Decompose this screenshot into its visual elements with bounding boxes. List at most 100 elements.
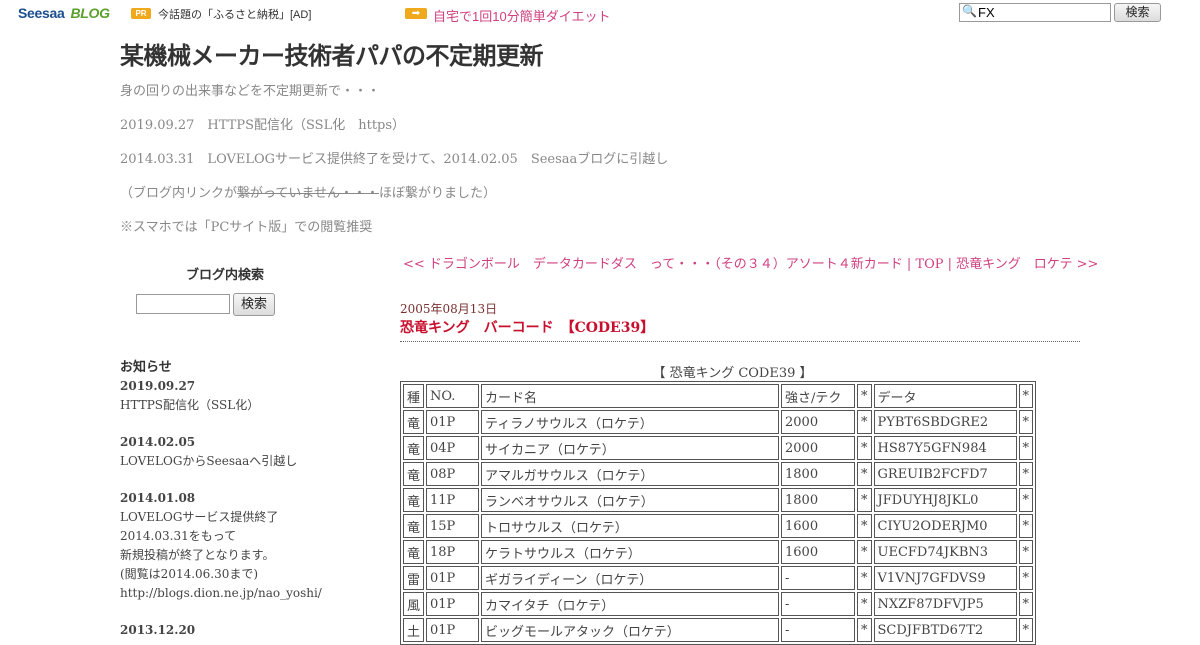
table-cell: - [781,618,856,642]
notice-line: (閲覧は2014.06.30まで) [120,567,259,581]
notice-line: LOVELOGからSeesaaへ引越し [120,454,298,468]
table-cell: ティラノサウルス（ロケテ） [481,410,780,434]
table-cell: NXZF87DFVJP5 [873,592,1017,616]
post-navigation: << ドラゴンボール データカードダス って・・・（その３４）アソート４新カード… [403,253,1098,272]
table-cell: 2000 [781,436,856,460]
links-note-post: ほぼ繋がりました） [378,186,496,201]
table-cell: CIYU2ODERJM0 [873,514,1017,538]
top-link[interactable]: TOP [915,257,943,272]
top-search-box: 🔍 [959,3,1111,22]
table-cell: 01P [426,592,480,616]
table-cell: 11P [426,488,480,512]
post-title[interactable]: 恐竜キング バーコード 【CODE39】 [400,317,654,337]
notice-line: http://blogs.dion.ne.jp/nao_yoshi/ [120,586,322,600]
table-cell: GREUIB2FCFD7 [873,462,1017,486]
table-cell: PYBT6SBDGRE2 [873,410,1017,434]
table-cell: * [857,462,872,486]
table-cell: * [857,514,872,538]
blog-search-button[interactable]: 検索 [233,293,275,316]
table-row: 風 01P カマイタチ（ロケテ） - * NXZF87DFVJP5 * [403,592,1034,616]
table-header-row: 種 NO. カード名 強さ/テク * データ * [403,384,1034,408]
table-cell: 土 [403,618,425,642]
table-cell: 01P [426,618,480,642]
links-note-pre: （ブログ内リンクが [120,186,238,201]
next-post-link[interactable]: 恐竜キング ロケテ >> [956,257,1098,272]
column-header: 種 [403,384,425,408]
table-cell: * [857,592,872,616]
table-cell: * [857,618,872,642]
table-cell: 1800 [781,488,856,512]
table-row: 竜 04P サイカニア（ロケテ） 2000 * HS87Y5GFN984 * [403,436,1034,460]
table-caption: 【 恐竜キング CODE39 】 [652,366,813,381]
table-row: 竜 11P ランベオサウルス（ロケテ） 1800 * JFDUYHJ8JKL0 * [403,488,1034,512]
card-code-table: 種 NO. カード名 強さ/テク * データ * 竜 01P ティラノサウルス（ロケテ） 2000 *… [400,381,1037,645]
table-cell: ケラトサウルス（ロケテ） [481,540,780,564]
seesaa-blog-logo[interactable]: Seesaa BLOG [18,5,110,21]
table-cell: - [781,566,856,590]
notice-section: お知らせ 2019.09.27 HTTPS配信化（SSL化） 2014.02.0… [120,358,380,640]
nav-separator: | [943,257,957,272]
table-cell: 08P [426,462,480,486]
table-cell: 雷 [403,566,425,590]
table-cell: 1600 [781,540,856,564]
arrow-right-icon: ➡ [405,8,427,19]
header-info-smartphone: ※スマホでは「PCサイト版」での閲覧推奨 [120,220,373,235]
top-search-button[interactable]: 検索 [1114,3,1161,22]
table-cell: トロサウルス（ロケテ） [481,514,780,538]
header-info-move: 2014.03.31 LOVELOGサービス提供終了を受けて、2014.02.0… [120,152,669,167]
blog-search-input[interactable] [136,294,230,314]
pr-ad-link[interactable]: 今話題の「ふるさと納税」[AD] [158,6,311,22]
notice-date: 2014.01.08 [120,491,196,505]
notice-date: 2019.09.27 [120,379,196,393]
table-cell: * [1018,592,1034,616]
column-header: * [1018,384,1034,408]
table-cell: 竜 [403,540,425,564]
table-cell: 1600 [781,514,856,538]
table-cell: カマイタチ（ロケテ） [481,592,780,616]
table-row: 土 01P ビッグモールアタック（ロケテ） - * SCDJFBTD67T2 * [403,618,1034,642]
logo-blog-text: BLOG [70,5,110,21]
table-cell: 竜 [403,488,425,512]
notice-line: HTTPS配信化（SSL化） [120,398,260,412]
post-divider [400,341,1080,342]
table-cell: * [1018,566,1034,590]
blog-title[interactable]: 某機械メーカー技術者パパの不定期更新 [120,36,544,71]
column-header: カード名 [481,384,780,408]
top-ad-bar: Seesaa BLOG PR 今話題の「ふるさと納税」[AD] ➡ 自宅で1回10… [0,0,1200,28]
table-cell: 18P [426,540,480,564]
notice-heading: お知らせ [120,360,172,375]
notice-date: 2013.12.20 [120,623,196,637]
table-cell: 15P [426,514,480,538]
table-cell: ランベオサウルス（ロケテ） [481,488,780,512]
notice-date: 2014.02.05 [120,435,196,449]
table-cell: * [1018,514,1034,538]
table-cell: 風 [403,592,425,616]
table-row: 雷 01P ギガライディーン（ロケテ） - * V1VNJ7GFDVS9 * [403,566,1034,590]
table-cell: * [857,488,872,512]
diet-ad-link[interactable]: 自宅で1回10分簡単ダイエット [433,6,611,25]
table-row: 竜 08P アマルガサウルス（ロケテ） 1800 * GREUIB2FCFD7 * [403,462,1034,486]
top-search-input[interactable] [978,5,1106,20]
table-cell: 2000 [781,410,856,434]
notice-line: LOVELOGサービス提供終了 [120,510,279,524]
table-cell: * [1018,410,1034,434]
table-row: 竜 01P ティラノサウルス（ロケテ） 2000 * PYBT6SBDGRE2 * [403,410,1034,434]
table-cell: HS87Y5GFN984 [873,436,1017,460]
table-cell: JFDUYHJ8JKL0 [873,488,1017,512]
search-icon: 🔍 [962,4,977,18]
header-info-links: （ブログ内リンクが繋がっていません・・・ほぼ繋がりました） [120,182,496,201]
notice-line: 新規投稿が終了となります。 [120,548,275,562]
table-cell: 竜 [403,462,425,486]
table-cell: サイカニア（ロケテ） [481,436,780,460]
table-cell: * [1018,436,1034,460]
table-cell: 01P [426,566,480,590]
table-cell: 竜 [403,436,425,460]
table-cell: 竜 [403,410,425,434]
table-cell: * [857,436,872,460]
table-cell: * [857,540,872,564]
prev-post-link[interactable]: << ドラゴンボール データカードダス って・・・（その３４）アソート４新カード [403,257,903,272]
table-cell: ビッグモールアタック（ロケテ） [481,618,780,642]
logo-seesaa-text: Seesaa [18,5,65,21]
links-note-strike: 繋がっていません・・・ [237,186,379,201]
column-header: データ [873,384,1017,408]
